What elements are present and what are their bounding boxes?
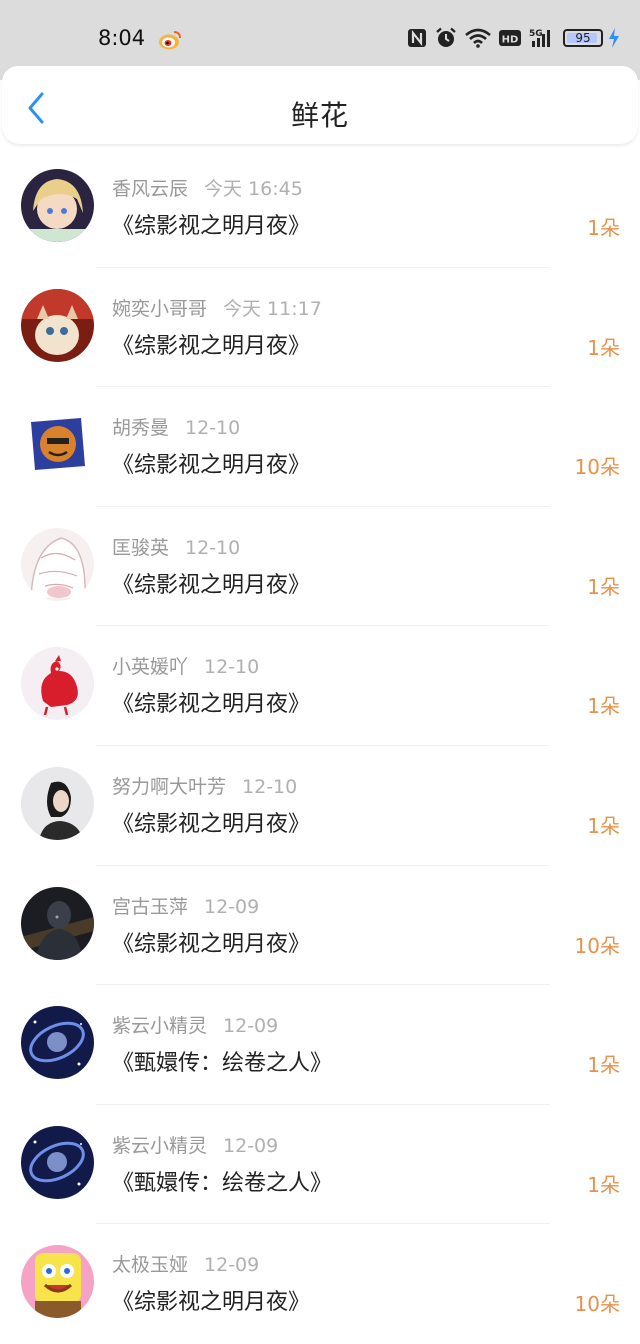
charging-icon [608,28,620,48]
list-item[interactable]: 小英媛吖 12-10 《综影视之明月夜》 1朵 [0,626,640,746]
flower-amount: 1朵 [587,335,620,360]
avatar[interactable] [21,1245,94,1319]
send-time: 12-10 [204,656,260,679]
flower-amount: 10朵 [574,1292,620,1317]
send-time: 12-10 [185,536,241,559]
nfc-icon [407,28,427,48]
list-item[interactable]: 宫古玉萍 12-09 《综影视之明月夜》 10朵 [0,866,640,986]
work-title[interactable]: 《综影视之明月夜》 [112,806,310,838]
flower-amount: 10朵 [574,933,620,958]
meta-line: 努力啊大叶芳 12-10 [112,772,297,799]
svg-text:HD: HD [502,35,519,46]
flower-amount: 1朵 [587,1172,620,1197]
send-time: 12-10 [185,417,241,440]
list-item[interactable]: 紫云小精灵 12-09 《甄嬛传：绘卷之人》 1朵 [0,1105,640,1225]
list-item[interactable]: 紫云小精灵 12-09 《甄嬛传：绘卷之人》 1朵 [0,985,640,1105]
sender-name[interactable]: 太极玉娅 [112,1254,188,1276]
list-item[interactable]: 婉奕小哥哥 今天 11:17 《综影视之明月夜》 1朵 [0,268,640,388]
hd-icon: HD [499,29,521,47]
send-time: 今天 11:17 [223,297,322,320]
avatar[interactable] [21,169,94,242]
flower-amount: 1朵 [587,574,620,599]
status-icons: HD 5G 95 [407,27,620,49]
svg-text:5G: 5G [529,29,543,39]
list-item[interactable]: 努力啊大叶芳 12-10 《综影视之明月夜》 1朵 [0,746,640,866]
work-title[interactable]: 《综影视之明月夜》 [112,926,310,958]
work-title[interactable]: 《综影视之明月夜》 [112,208,310,240]
flower-amount: 1朵 [587,1053,620,1078]
flower-record-list: 香风云辰 今天 16:45 《综影视之明月夜》 1朵 婉奕小哥哥 今天 11:17 … [0,148,640,1344]
send-time: 今天 16:45 [204,178,303,200]
flower-amount: 1朵 [587,694,620,719]
sender-name[interactable]: 香风云辰 [112,178,188,200]
weibo-icon [158,29,182,55]
sender-name[interactable]: 小英媛吖 [112,656,188,678]
work-title[interactable]: 《综影视之明月夜》 [112,447,310,479]
send-time: 12-10 [242,775,298,798]
avatar[interactable] [21,647,94,721]
work-title[interactable]: 《综影视之明月夜》 [112,1284,310,1316]
avatar[interactable] [21,1006,94,1080]
meta-line: 小英媛吖 12-10 [112,652,259,679]
page-header: 鲜花 [2,66,638,144]
wifi-icon [465,28,491,48]
meta-line: 宫古玉萍 12-09 [112,892,259,919]
meta-line: 婉奕小哥哥 今天 11:17 [112,294,322,321]
avatar[interactable] [21,288,94,362]
sender-name[interactable]: 婉奕小哥哥 [112,298,207,320]
meta-line: 匡骏英 12-10 [112,533,240,560]
send-time: 12-09 [223,1134,279,1157]
sender-name[interactable]: 紫云小精灵 [112,1135,207,1157]
sender-name[interactable]: 宫古玉萍 [112,896,188,918]
avatar[interactable] [21,408,94,482]
avatar[interactable] [21,1125,94,1199]
meta-line: 紫云小精灵 12-09 [112,1011,278,1038]
avatar[interactable] [21,527,94,601]
list-item[interactable]: 香风云辰 今天 16:45 《综影视之明月夜》 1朵 [0,148,640,268]
work-title[interactable]: 《综影视之明月夜》 [112,328,310,360]
work-title[interactable]: 《甄嬛传：绘卷之人》 [112,1045,332,1077]
send-time: 12-09 [223,1015,279,1038]
sender-name[interactable]: 胡秀曼 [112,417,169,439]
meta-line: 紫云小精灵 12-09 [112,1131,278,1158]
avatar[interactable] [21,766,94,840]
work-title[interactable]: 《综影视之明月夜》 [112,686,310,718]
meta-line: 胡秀曼 12-10 [112,413,240,440]
page-title: 鲜花 [290,99,349,132]
avatar[interactable] [21,886,94,960]
meta-line: 太极玉娅 12-09 [112,1250,259,1277]
flower-amount: 1朵 [587,813,620,838]
sender-name[interactable]: 紫云小精灵 [112,1015,207,1037]
signal-5g-icon: 5G [529,28,555,48]
status-time: 8:04 [98,26,146,50]
battery-icon: 95 [563,29,603,47]
send-time: 12-09 [204,1254,260,1277]
sender-name[interactable]: 努力啊大叶芳 [112,776,226,798]
flower-amount: 1朵 [587,216,620,240]
list-item[interactable]: 匡骏英 12-10 《综影视之明月夜》 1朵 [0,507,640,627]
alarm-icon [435,27,457,49]
meta-line: 香风云辰 今天 16:45 [112,174,303,201]
flower-amount: 10朵 [574,455,620,480]
work-title[interactable]: 《甄嬛传：绘卷之人》 [112,1165,332,1197]
sender-name[interactable]: 匡骏英 [112,537,169,559]
send-time: 12-09 [204,895,260,918]
battery-level: 95 [575,31,591,45]
list-item[interactable]: 胡秀曼 12-10 《综影视之明月夜》 10朵 [0,387,640,507]
work-title[interactable]: 《综影视之明月夜》 [112,567,310,599]
